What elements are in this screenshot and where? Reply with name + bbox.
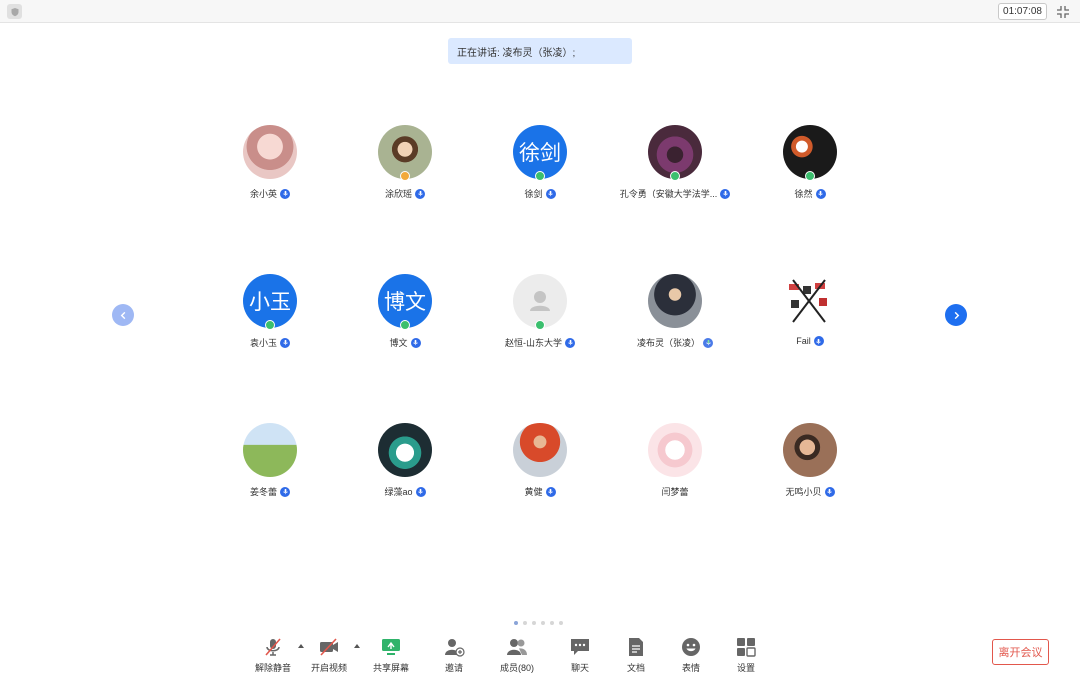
chat-button[interactable]: 聊天 (550, 636, 610, 674)
participant-tile[interactable]: 博文 博文 (340, 274, 470, 364)
avatar (243, 423, 297, 477)
participant-tile[interactable]: 闫梦蕾 (610, 423, 740, 513)
participant-name: Fail (796, 336, 811, 346)
participant-name: 涂欣瑶 (384, 189, 412, 199)
participant-name: 袁小玉 (249, 338, 277, 348)
user-badge-icon (805, 171, 815, 181)
exit-fullscreen-icon[interactable] (1055, 4, 1071, 20)
mic-muted-icon (265, 638, 281, 656)
mic-icon (813, 336, 824, 346)
page-dot[interactable] (541, 621, 545, 625)
page-dot[interactable] (532, 621, 536, 625)
avatar (648, 274, 702, 328)
participant-name: 黄健 (524, 487, 543, 497)
participant-tile[interactable]: 绿藻ao (340, 423, 470, 513)
members-button[interactable]: 成员(80) (487, 636, 547, 674)
participant-tile[interactable]: 涂欣瑶 (340, 125, 470, 215)
settings-button[interactable]: 设置 (716, 636, 776, 674)
host-badge-icon (400, 171, 410, 181)
page-dot[interactable] (559, 621, 563, 625)
invite-button[interactable]: 邀请 (424, 636, 484, 674)
participant-name: 博文 (389, 338, 408, 348)
mic-icon (415, 188, 425, 199)
prev-page-button[interactable] (112, 304, 134, 326)
page-dot[interactable] (514, 621, 518, 625)
mic-icon (824, 486, 835, 497)
emoji-icon (682, 638, 700, 656)
emoji-button[interactable]: 表情 (661, 636, 721, 674)
participant-tile[interactable]: 凌布灵（张凌） (610, 274, 740, 364)
participant-name: 姜冬蕾 (249, 487, 277, 497)
page-dot[interactable] (550, 621, 554, 625)
mic-icon (280, 188, 290, 199)
mic-icon (280, 337, 290, 348)
mic-icon (815, 188, 826, 199)
mic-icon (720, 188, 731, 199)
active-speaker-banner: 正在讲话: 凌布灵（张凌）; (448, 38, 632, 64)
unmute-button[interactable]: 解除静音 (243, 636, 303, 674)
mic-icon (545, 188, 556, 199)
user-badge-icon (265, 320, 275, 330)
participant-tile[interactable]: 无鸣小贝 (745, 423, 875, 513)
share-screen-icon (382, 639, 400, 655)
participant-tile[interactable]: 黄健 (475, 423, 605, 513)
chevron-left-icon (120, 311, 125, 319)
participant-tile[interactable]: 孔令勇（安徽大学法学... (610, 125, 740, 215)
docs-button[interactable]: 文档 (606, 636, 666, 674)
avatar (783, 423, 837, 477)
participant-name: 凌布灵（张凌） (636, 338, 700, 348)
mic-icon (565, 337, 575, 348)
video-options-caret-icon[interactable] (353, 643, 361, 649)
avatar (648, 423, 702, 477)
participant-tile[interactable]: 赵恒-山东大学 (475, 274, 605, 364)
mic-icon (545, 486, 556, 497)
participant-name: 无鸣小贝 (785, 487, 822, 497)
user-badge-icon (670, 171, 680, 181)
participant-name: 绿藻ao (384, 487, 413, 497)
avatar (243, 125, 297, 179)
participant-tile[interactable]: 小玉 袁小玉 (205, 274, 335, 364)
top-bar: 01:07:08 (0, 0, 1080, 23)
participant-name: 闫梦蕾 (661, 487, 689, 497)
next-page-button[interactable] (945, 304, 967, 326)
members-icon (507, 639, 527, 655)
avatar (783, 274, 837, 328)
participant-tile[interactable]: 徐剑 徐剑 (475, 125, 605, 215)
avatar (513, 423, 567, 477)
user-badge-icon (535, 320, 545, 330)
document-icon (629, 638, 643, 656)
user-badge-icon (400, 320, 410, 330)
participant-name: 徐剑 (524, 189, 543, 199)
invite-user-icon (445, 639, 465, 657)
page-indicator (514, 621, 563, 625)
video-off-icon (320, 638, 338, 656)
mic-icon (410, 337, 421, 348)
participant-tile[interactable]: 徐然 (745, 125, 875, 215)
participant-name: 孔令勇（安徽大学法学... (619, 189, 718, 199)
chevron-right-icon (954, 311, 959, 319)
participant-tile[interactable]: Fail (745, 274, 875, 364)
start-video-button[interactable]: 开启视频 (299, 636, 359, 674)
chat-icon (571, 639, 589, 655)
meeting-timer: 01:07:08 (998, 3, 1047, 20)
user-badge-icon (535, 171, 545, 181)
participant-name: 徐然 (794, 189, 813, 199)
share-screen-button[interactable]: 共享屏幕 (361, 636, 421, 674)
participant-name: 余小英 (249, 189, 277, 199)
leave-meeting-button[interactable]: 离开会议 (992, 639, 1049, 665)
page-dot[interactable] (523, 621, 527, 625)
avatar (378, 423, 432, 477)
mic-icon (415, 486, 426, 497)
participant-tile[interactable]: 余小英 (205, 125, 335, 215)
settings-grid-icon (737, 638, 756, 657)
mic-icon (280, 486, 290, 497)
mic-speaking-icon (703, 337, 713, 348)
security-shield-icon[interactable] (7, 4, 22, 19)
participant-name: 赵恒-山东大学 (505, 338, 562, 348)
participant-tile[interactable]: 姜冬蕾 (205, 423, 335, 513)
